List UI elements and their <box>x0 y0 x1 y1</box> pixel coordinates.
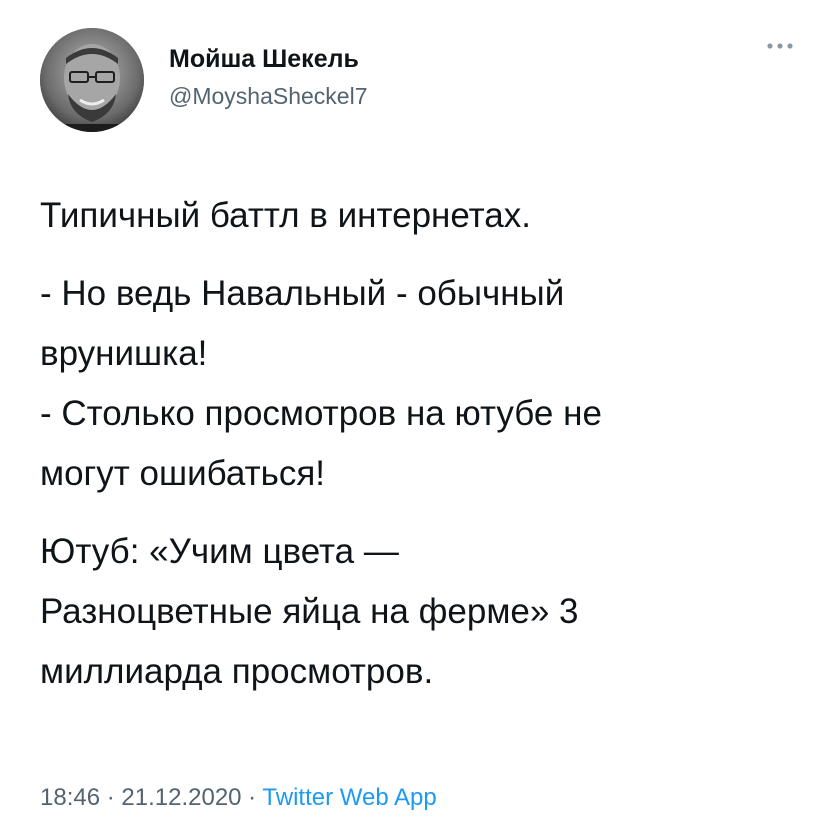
tweet-paragraph: Ютуб: «Учим цвета — Разноцветные яйца на… <box>40 522 800 702</box>
meta-separator: · <box>100 784 122 811</box>
meta-separator: · <box>241 784 263 811</box>
tweet-text-line: могут ошибаться! <box>40 454 326 493</box>
tweet-text-line: миллиарда просмотров. <box>40 652 434 691</box>
tweet-header: Мойша Шекель @MoyshaSheckel7 <box>40 28 800 132</box>
tweet: Мойша Шекель @MoyshaSheckel7 Типичный ба… <box>0 0 828 820</box>
tweet-source-link[interactable]: Twitter Web App <box>262 784 436 811</box>
tweet-time[interactable]: 18:46 <box>40 784 100 811</box>
tweet-text-line: - Столько просмотров на ютубе не <box>40 394 602 433</box>
tweet-metadata: 18:46 · 21.12.2020 · Twitter Web App <box>40 780 437 816</box>
avatar[interactable] <box>40 28 144 132</box>
author-identity: Мойша Шекель @MoyshaSheckel7 <box>169 44 589 110</box>
author-display-name[interactable]: Мойша Шекель <box>169 44 589 74</box>
tweet-paragraph: - Но ведь Навальный - обычный врунишка! … <box>40 264 800 504</box>
tweet-text-line: Ютуб: «Учим цвета — <box>40 532 399 571</box>
more-options-button[interactable] <box>760 34 800 58</box>
tweet-text-line: - Но ведь Навальный - обычный <box>40 274 565 313</box>
tweet-date[interactable]: 21.12.2020 <box>121 784 241 811</box>
tweet-text: Типичный баттл в интернетах. - Но ведь Н… <box>40 186 800 702</box>
tweet-text-line: Типичный баттл в интернетах. <box>40 196 531 235</box>
tweet-text-line: Разноцветные яйца на ферме» 3 <box>40 592 579 631</box>
tweet-text-line: врунишка! <box>40 334 208 373</box>
author-handle[interactable]: @MoyshaSheckel7 <box>169 82 589 110</box>
avatar-photo <box>40 28 144 132</box>
more-horizontal-icon <box>766 37 794 55</box>
tweet-paragraph: Типичный баттл в интернетах. <box>40 186 800 246</box>
